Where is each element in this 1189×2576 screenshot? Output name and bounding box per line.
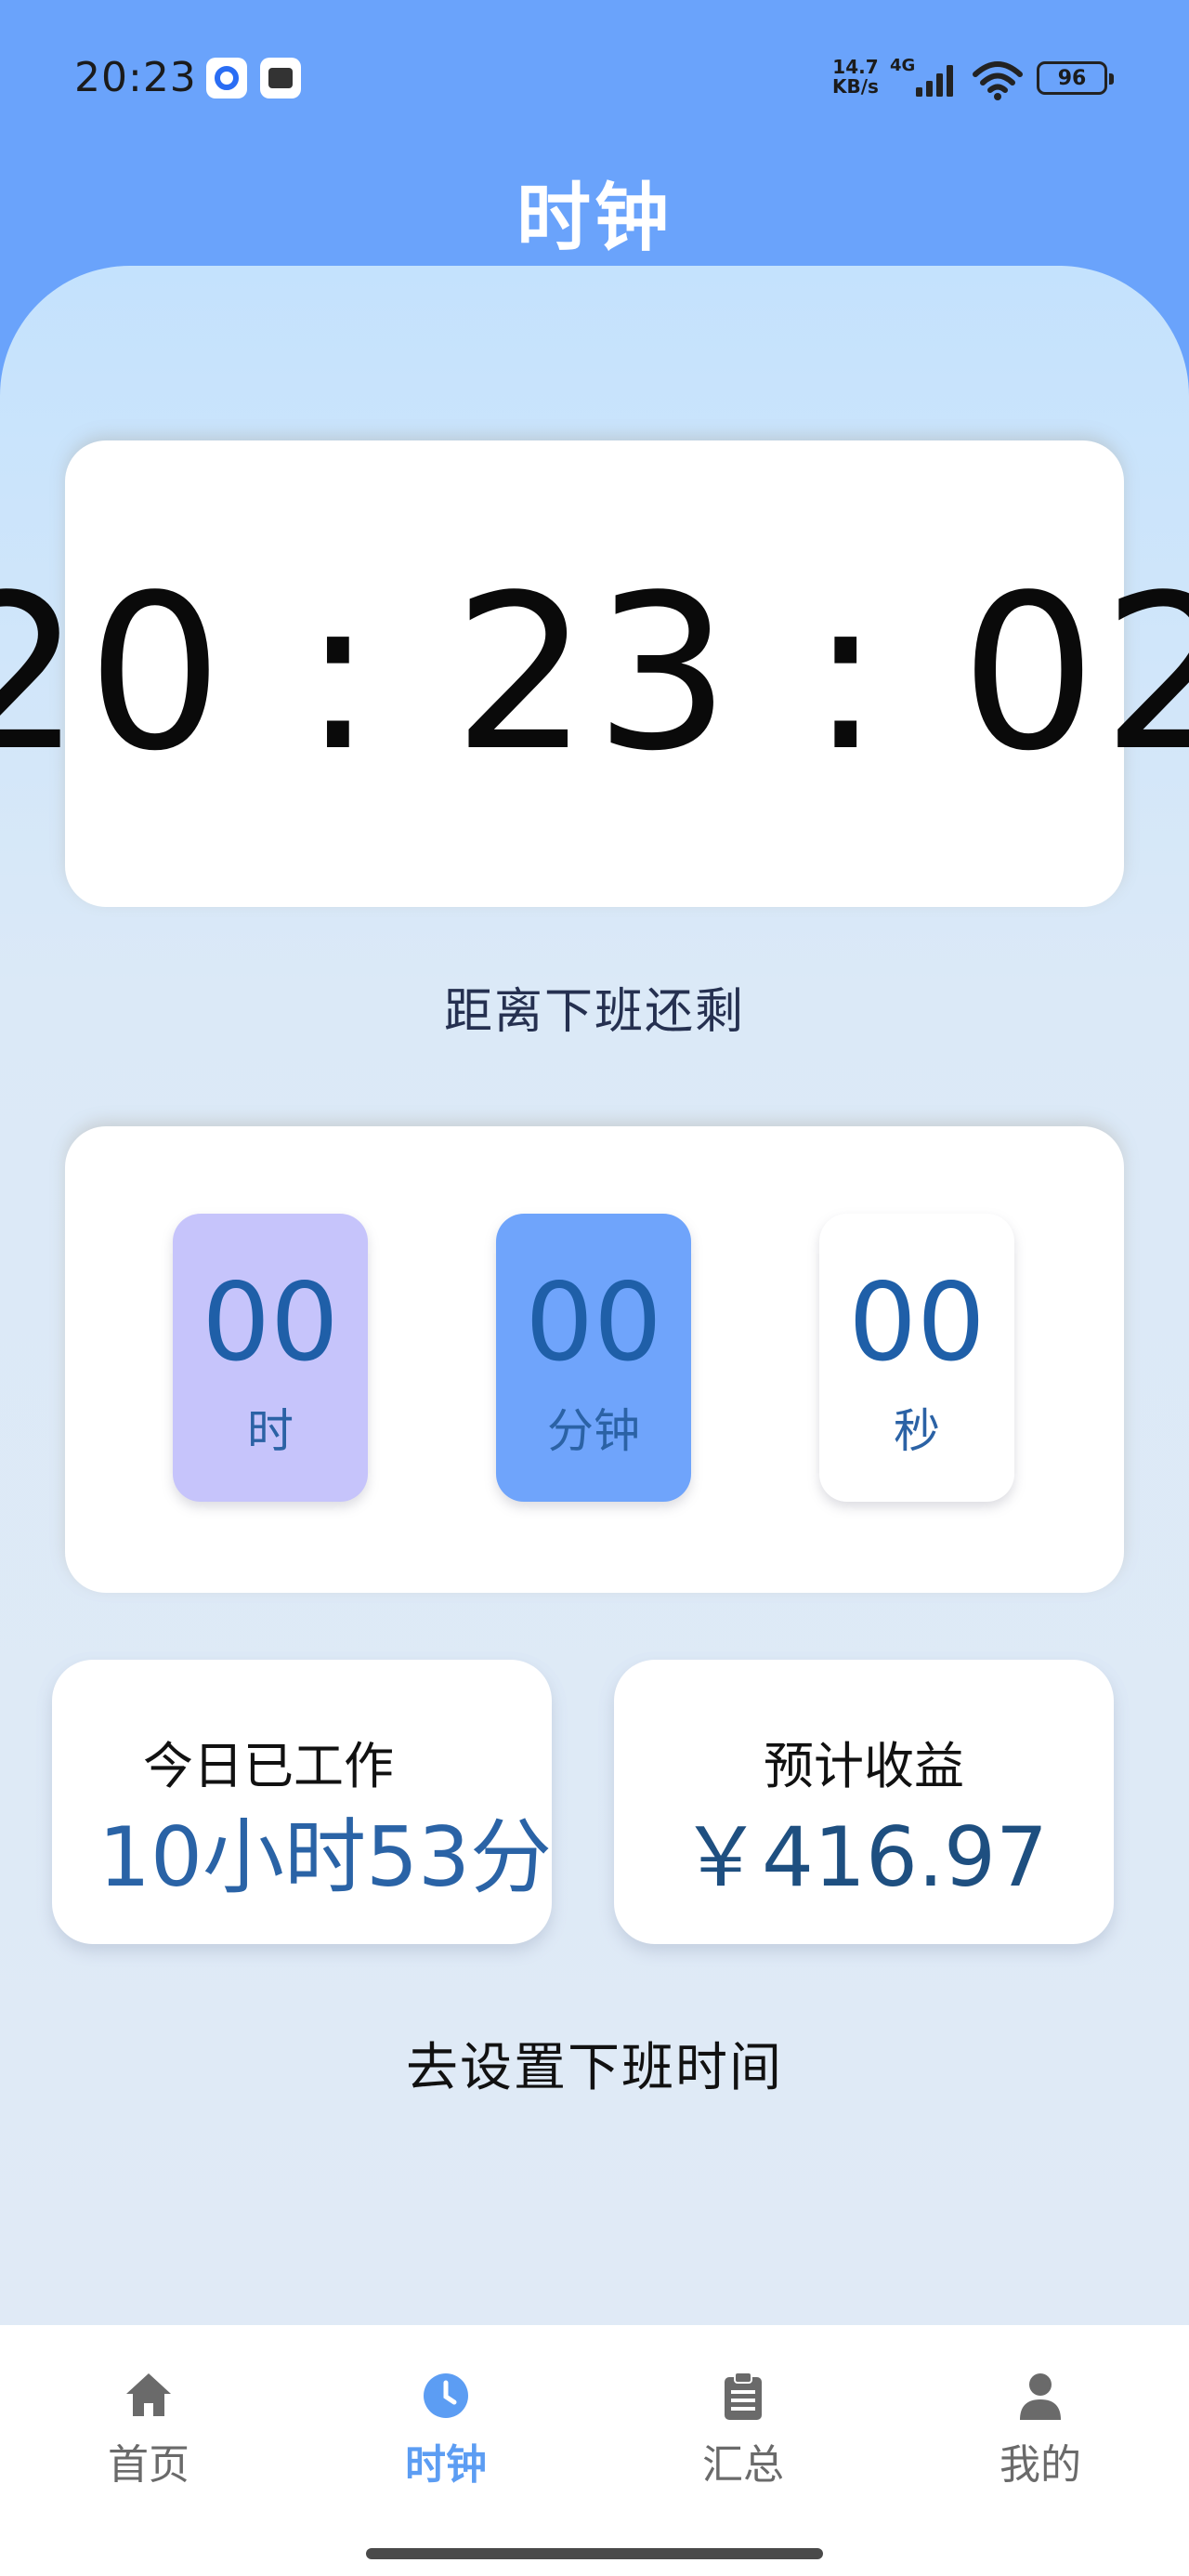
nav-label-home: 首页: [108, 2441, 189, 2489]
estimated-earnings-value: ￥416.97: [680, 1809, 1048, 1905]
meituan-icon: [260, 58, 301, 99]
signal-icon: [916, 65, 953, 97]
countdown-hours-tile: 00 时: [173, 1214, 368, 1502]
worked-today-value: 10小时53分: [98, 1809, 552, 1905]
clock-icon: [424, 2373, 468, 2418]
bottom-nav: 首页 时钟 汇总 我的: [0, 2325, 1189, 2576]
battery-level: 96: [1057, 66, 1087, 90]
nav-label-mine: 我的: [1000, 2441, 1081, 2489]
wifi-icon: [973, 61, 1023, 100]
current-time-display: 20 : 23 : 02: [0, 549, 1189, 798]
main-panel: 20 : 23 : 02 距离下班还剩 00 时 00 分钟 00 秒 今日已工…: [0, 266, 1189, 2329]
person-icon: [1020, 2373, 1061, 2420]
app-notification-icon: [206, 58, 247, 99]
network-speed-unit: KB/s: [832, 75, 879, 98]
clipboard-icon: [725, 2372, 762, 2420]
network-type: 4G: [890, 56, 916, 75]
countdown-card: 00 时 00 分钟 00 秒: [65, 1126, 1124, 1593]
page-title: 时钟: [516, 175, 673, 261]
worked-today-title: 今日已工作: [143, 1737, 394, 1795]
countdown-minutes-value: 00: [525, 1260, 662, 1386]
network-speed: 14.7 KB/s: [832, 58, 879, 97]
nav-label-clock: 时钟: [405, 2441, 487, 2489]
network-speed-value: 14.7: [832, 56, 879, 78]
home-indicator[interactable]: [366, 2548, 823, 2559]
status-time: 20:23: [74, 54, 197, 101]
worked-today-card: 今日已工作 10小时53分: [52, 1660, 552, 1944]
set-off-work-time-link[interactable]: 去设置下班时间: [0, 2026, 1189, 2101]
nav-label-summary: 汇总: [702, 2441, 784, 2489]
countdown-label: 距离下班还剩: [443, 984, 745, 1040]
nav-item-home[interactable]: 首页: [56, 2370, 242, 2491]
nav-item-mine[interactable]: 我的: [947, 2370, 1133, 2491]
countdown-minutes-tile: 00 分钟: [496, 1214, 691, 1502]
countdown-minutes-label: 分钟: [547, 1404, 640, 1458]
status-bar: 20:23 14.7 KB/s 4G 96: [0, 0, 1189, 158]
battery-icon: 96: [1037, 61, 1114, 95]
countdown-seconds-tile: 00 秒: [819, 1214, 1014, 1502]
countdown-hours-label: 时: [247, 1404, 294, 1458]
estimated-earnings-card: 预计收益 ￥416.97: [614, 1660, 1114, 1944]
clock-card: 20 : 23 : 02: [0, 440, 1189, 907]
countdown-seconds-label: 秒: [894, 1404, 940, 1458]
estimated-earnings-title: 预计收益: [764, 1737, 964, 1795]
home-icon: [126, 2373, 171, 2416]
nav-item-summary[interactable]: 汇总: [650, 2370, 836, 2491]
countdown-seconds-value: 00: [848, 1260, 986, 1386]
nav-item-clock[interactable]: 时钟: [353, 2370, 539, 2491]
countdown-hours-value: 00: [202, 1260, 339, 1386]
